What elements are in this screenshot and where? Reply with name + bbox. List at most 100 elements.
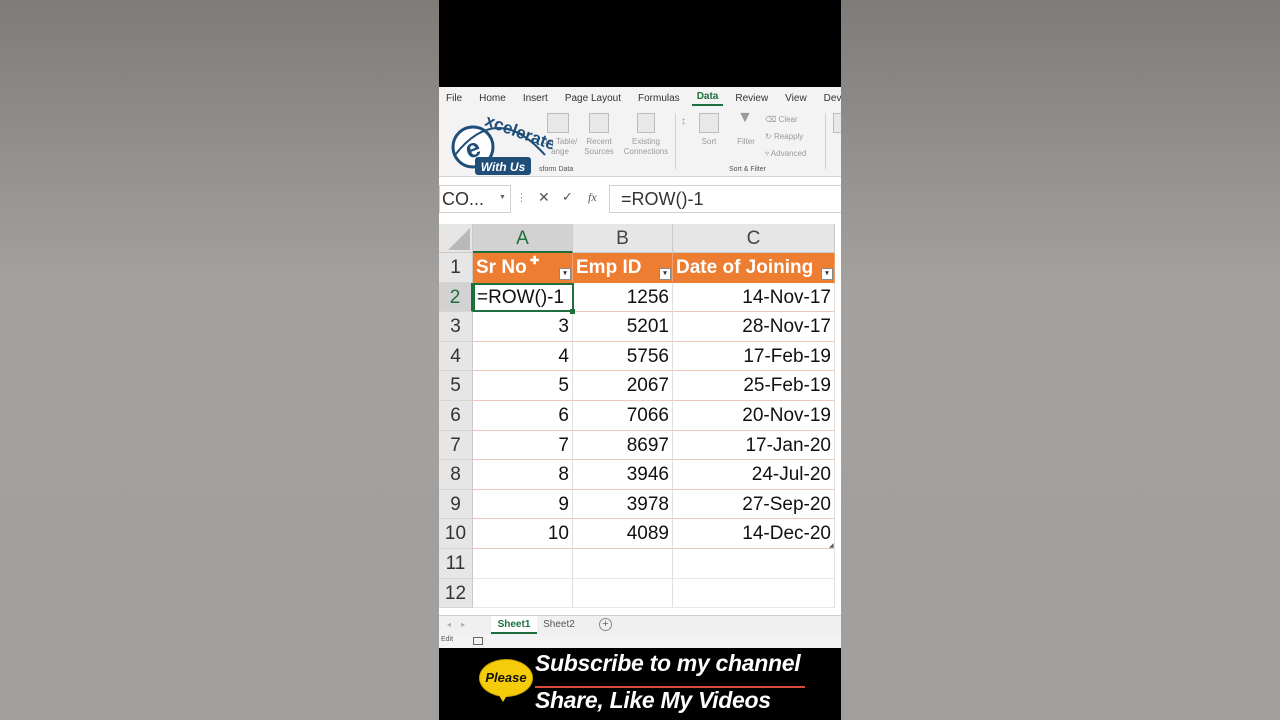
tab-view[interactable]: View bbox=[780, 93, 812, 104]
empty-cell[interactable] bbox=[673, 578, 835, 609]
tab-developer[interactable]: Develope bbox=[819, 93, 841, 104]
reapply-button[interactable]: ↻ Reapply bbox=[765, 132, 803, 142]
insert-function-icon[interactable]: fx bbox=[588, 190, 597, 205]
ribbon-divider bbox=[825, 113, 826, 169]
filter-dropdown-icon[interactable]: ▾ bbox=[821, 267, 833, 280]
tab-data[interactable]: Data bbox=[691, 91, 724, 106]
filter-dropdown-icon[interactable]: ▾ bbox=[559, 267, 571, 280]
sort-icon bbox=[699, 113, 719, 133]
banner-subscribe-text: Subscribe to my channel bbox=[535, 650, 801, 676]
table-cell[interactable]: 5 bbox=[473, 371, 573, 401]
row-header[interactable]: 6 bbox=[439, 401, 473, 431]
filter-button[interactable]: Filter bbox=[733, 137, 759, 147]
prev-sheet-icon[interactable]: ◂ bbox=[447, 620, 451, 629]
empty-cell[interactable] bbox=[473, 578, 573, 609]
ribbon-tabs: File Home Insert Page Layout Formulas Da… bbox=[439, 87, 841, 109]
table-cell[interactable]: 24-Jul-20 bbox=[673, 460, 835, 490]
formula-bar: CO... ▼ ⋮ ✕ ✓ fx =ROW()-1 bbox=[439, 183, 841, 217]
table-cell[interactable]: 3 bbox=[473, 312, 573, 342]
ribbon-divider bbox=[675, 113, 676, 169]
next-sheet-icon[interactable]: ▸ bbox=[461, 620, 465, 629]
column-header-a[interactable]: A bbox=[473, 224, 573, 253]
filter-dropdown-icon[interactable]: ▾ bbox=[659, 267, 671, 280]
column-header-c[interactable]: C bbox=[673, 224, 835, 253]
table-cell[interactable]: 9 bbox=[473, 489, 573, 520]
resize-handle-icon[interactable]: ⋮ bbox=[516, 191, 527, 204]
table-cell[interactable]: 10 bbox=[473, 519, 573, 549]
table-cell[interactable]: 25-Feb-19 bbox=[673, 371, 835, 401]
row-header[interactable]: 1 bbox=[439, 253, 473, 283]
row-header[interactable]: 12 bbox=[439, 578, 473, 609]
row-header[interactable]: 8 bbox=[439, 460, 473, 490]
table-cell[interactable]: 5201 bbox=[573, 312, 673, 342]
tab-page-layout[interactable]: Page Layout bbox=[560, 93, 626, 104]
cancel-icon[interactable]: ✕ bbox=[538, 189, 550, 206]
table-cell[interactable]: 5756 bbox=[573, 341, 673, 372]
table-header-cell[interactable]: Emp ID ▾ bbox=[573, 253, 673, 283]
row-header[interactable]: 5 bbox=[439, 371, 473, 401]
table-cell[interactable]: 3946 bbox=[573, 460, 673, 490]
row-header[interactable]: 11 bbox=[439, 549, 473, 579]
table-cell[interactable]: 8697 bbox=[573, 430, 673, 461]
column-header-b[interactable]: B bbox=[573, 224, 673, 253]
row-header[interactable]: 2 bbox=[439, 282, 473, 313]
row-header[interactable]: 3 bbox=[439, 312, 473, 342]
formula-input[interactable]: =ROW()-1 bbox=[609, 185, 841, 213]
recent-sources-button[interactable]: Recent Sources bbox=[579, 137, 619, 157]
table-cell[interactable]: 14-Nov-17 bbox=[673, 282, 835, 313]
table-cell[interactable]: 27-Sep-20 bbox=[673, 489, 835, 520]
sort-filter-group-label: Sort & Filter bbox=[729, 166, 766, 173]
table-cell[interactable]: 20-Nov-19 bbox=[673, 401, 835, 431]
enter-icon[interactable]: ✓ bbox=[562, 189, 573, 205]
active-cell[interactable]: =ROW()-1 bbox=[473, 282, 574, 313]
fill-handle[interactable] bbox=[570, 309, 575, 314]
recent-sources-icon bbox=[589, 113, 609, 133]
table-cell[interactable]: 17-Jan-20 bbox=[673, 430, 835, 461]
empty-cell[interactable] bbox=[573, 549, 673, 579]
table-header-cell[interactable]: Sr No ✚ ▾ bbox=[473, 253, 573, 283]
empty-cell[interactable] bbox=[573, 578, 673, 609]
tab-review[interactable]: Review bbox=[730, 93, 773, 104]
table-cell[interactable]: 7066 bbox=[573, 401, 673, 431]
sheet-tab-sheet2[interactable]: Sheet2 bbox=[539, 616, 579, 634]
table-cell[interactable]: 6 bbox=[473, 401, 573, 431]
tab-formulas[interactable]: Formulas bbox=[633, 93, 685, 104]
data-tools-icon bbox=[833, 113, 841, 133]
accessibility-icon[interactable] bbox=[473, 637, 483, 645]
table-cell[interactable]: 28-Nov-17 bbox=[673, 312, 835, 342]
tab-file[interactable]: File bbox=[441, 93, 467, 104]
sheet-tab-sheet1[interactable]: Sheet1 bbox=[491, 616, 537, 634]
filter-funnel-icon: ▼ bbox=[737, 109, 753, 126]
row-header[interactable]: 4 bbox=[439, 341, 473, 372]
please-badge-tail bbox=[497, 692, 509, 702]
table-cell[interactable]: 14-Dec-20 bbox=[673, 519, 835, 549]
row-header[interactable]: 10 bbox=[439, 519, 473, 549]
sort-button[interactable]: Sort bbox=[697, 137, 721, 147]
select-all-button[interactable] bbox=[439, 224, 473, 253]
row-header[interactable]: 7 bbox=[439, 430, 473, 461]
sort-az-icon[interactable]: ↕ bbox=[681, 117, 686, 127]
table-cell[interactable]: 4 bbox=[473, 341, 573, 372]
background-right bbox=[841, 0, 1280, 720]
table-cell[interactable]: 3978 bbox=[573, 489, 673, 520]
table-cell[interactable]: 8 bbox=[473, 460, 573, 490]
table-cell[interactable]: 4089 bbox=[573, 519, 673, 549]
tab-insert[interactable]: Insert bbox=[518, 93, 553, 104]
table-resize-icon[interactable]: ◢ bbox=[829, 542, 834, 549]
row-header[interactable]: 9 bbox=[439, 489, 473, 520]
table-cell[interactable]: 7 bbox=[473, 430, 573, 461]
existing-connections-icon bbox=[637, 113, 655, 133]
advanced-button[interactable]: ▿ Advanced bbox=[765, 149, 806, 159]
background-left bbox=[0, 0, 439, 720]
chevron-down-icon[interactable]: ▼ bbox=[499, 194, 506, 201]
existing-connections-button[interactable]: Existing Connections bbox=[619, 137, 673, 157]
tab-home[interactable]: Home bbox=[474, 93, 511, 104]
clear-button[interactable]: ⌫ Clear bbox=[765, 115, 798, 125]
table-cell[interactable]: 17-Feb-19 bbox=[673, 341, 835, 372]
add-sheet-button[interactable]: + bbox=[599, 618, 612, 631]
empty-cell[interactable] bbox=[673, 549, 835, 579]
empty-cell[interactable] bbox=[473, 549, 573, 579]
table-header-cell[interactable]: Date of Joining ▾ bbox=[673, 253, 835, 283]
table-cell[interactable]: 1256 bbox=[573, 282, 673, 313]
table-cell[interactable]: 2067 bbox=[573, 371, 673, 401]
